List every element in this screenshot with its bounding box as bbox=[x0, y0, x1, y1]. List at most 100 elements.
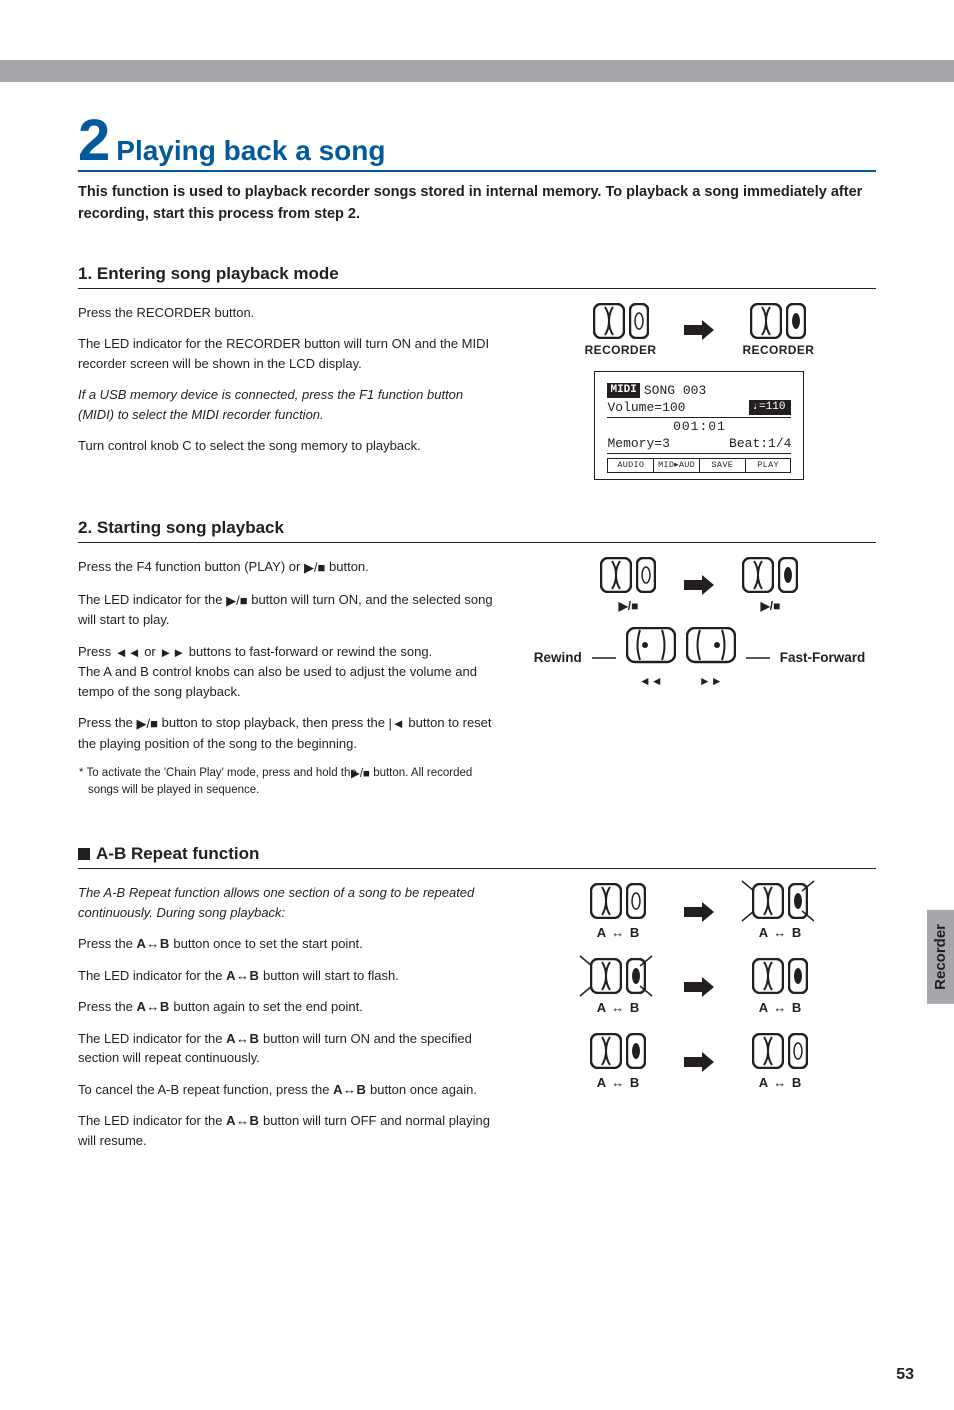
page-title: 2 Playing back a song bbox=[78, 112, 876, 172]
ab-p4: The LED indicator for the A↔B button wil… bbox=[78, 1029, 493, 1068]
play-stop-label: ▶/■ bbox=[619, 599, 639, 613]
ab-p5: To cancel the A-B repeat function, press… bbox=[78, 1080, 493, 1100]
ab-title: A-B Repeat function bbox=[96, 844, 259, 864]
ab-inline-icon: A↔B bbox=[137, 999, 170, 1014]
s2-p1: Press the F4 function button (PLAY) or ▶… bbox=[78, 557, 493, 578]
s1-p3: If a USB memory device is connected, pre… bbox=[78, 385, 493, 424]
section2-heading: 2. Starting song playback bbox=[78, 518, 876, 543]
ab-diagram-row1: A ↔ B A ↔ B bbox=[523, 883, 876, 940]
play-stop-icon: ▶/■ bbox=[226, 591, 247, 611]
line-icon bbox=[592, 657, 616, 659]
recorder-button-on bbox=[750, 303, 782, 339]
rewind-glyph: ◄◄ bbox=[639, 674, 663, 688]
recorder-label: RECORDER bbox=[742, 343, 814, 357]
section2-text: Press the F4 function button (PLAY) or ▶… bbox=[78, 557, 493, 810]
s2-p2: The LED indicator for the ▶/■ button wil… bbox=[78, 590, 493, 630]
ab-heading: A-B Repeat function bbox=[78, 844, 876, 869]
lcd-song: SONG 003 bbox=[644, 382, 706, 400]
play-stop-button-diagram: ▶/■ ▶/■ bbox=[523, 557, 876, 613]
recorder-button-off bbox=[593, 303, 625, 339]
s2-footnote: * To activate the 'Chain Play' mode, pre… bbox=[78, 765, 493, 798]
led-off-icon bbox=[629, 303, 649, 339]
lcd-mode-tag: MIDI bbox=[607, 383, 639, 398]
play-stop-icon: ▶/■ bbox=[360, 766, 370, 782]
side-tab: Recorder bbox=[927, 910, 954, 1004]
knob-ff-icon bbox=[686, 627, 736, 672]
s2-p3: Press ◄◄ or ►► buttons to fast-forward o… bbox=[78, 642, 493, 702]
s1-p2: The LED indicator for the RECORDER butto… bbox=[78, 334, 493, 373]
ab-p6: The LED indicator for the A↔B button wil… bbox=[78, 1111, 493, 1150]
s1-p4: Turn control knob C to select the song m… bbox=[78, 436, 493, 456]
play-stop-icon: ▶/■ bbox=[137, 714, 158, 734]
arrow-right-icon bbox=[682, 575, 716, 595]
knob-rewind-icon bbox=[626, 627, 676, 672]
rewind-ff-diagram: Rewind ◄◄ ►► Fast-Forward bbox=[523, 627, 876, 688]
lcd-memory: Memory=3 bbox=[607, 435, 669, 453]
s2-p4: Press the ▶/■ button to stop playback, t… bbox=[78, 713, 493, 753]
rewind-icon: ◄◄ bbox=[115, 643, 141, 663]
ab-button-label: A ↔ B bbox=[597, 925, 641, 940]
ab-button-off bbox=[590, 883, 622, 919]
ab-diagram-row2: A ↔ B A ↔ B bbox=[523, 958, 876, 1015]
title-number: 2 bbox=[78, 112, 110, 170]
ab-button-label: A ↔ B bbox=[597, 1075, 641, 1090]
arrow-right-icon bbox=[682, 320, 716, 340]
ab-p2: The LED indicator for the A↔B button wil… bbox=[78, 966, 493, 986]
lcd-softkey: PLAY bbox=[746, 459, 791, 472]
play-stop-button-on bbox=[742, 557, 774, 593]
ff-label: Fast-Forward bbox=[780, 650, 866, 665]
led-on-icon bbox=[778, 557, 798, 593]
fast-forward-icon: ►► bbox=[159, 643, 185, 663]
intro-paragraph: This function is used to playback record… bbox=[78, 182, 876, 226]
section1-heading: 1. Entering song playback mode bbox=[78, 264, 876, 289]
play-stop-button-off bbox=[600, 557, 632, 593]
flash-rays-icon bbox=[732, 871, 824, 931]
recorder-label: RECORDER bbox=[585, 343, 657, 357]
lcd-softkey: SAVE bbox=[700, 459, 746, 472]
square-bullet-icon bbox=[78, 848, 90, 860]
ab-button-on bbox=[590, 1033, 622, 1069]
ab-inline-icon: A↔B bbox=[137, 936, 170, 951]
lcd-softkey: MID▸AUD bbox=[654, 459, 700, 472]
page-number: 53 bbox=[896, 1366, 914, 1384]
lcd-softkey: AUDIO bbox=[608, 459, 654, 472]
led-on-icon bbox=[626, 1033, 646, 1069]
led-off-icon bbox=[636, 557, 656, 593]
led-off-icon bbox=[788, 1033, 808, 1069]
header-gray-band bbox=[0, 60, 954, 82]
ab-inline-icon: A↔B bbox=[226, 1113, 259, 1128]
ab-p3: Press the A↔B button again to set the en… bbox=[78, 997, 493, 1017]
s1-p1: Press the RECORDER button. bbox=[78, 303, 493, 323]
rewind-label: Rewind bbox=[534, 650, 582, 665]
title-text: Playing back a song bbox=[116, 135, 385, 167]
play-stop-icon: ▶/■ bbox=[304, 558, 325, 578]
lcd-tempo: ♩=110 bbox=[749, 400, 791, 415]
ab-intro: The A-B Repeat function allows one secti… bbox=[78, 883, 493, 922]
lcd-softkeys: AUDIO MID▸AUD SAVE PLAY bbox=[607, 458, 791, 473]
lcd-volume: Volume=100 bbox=[607, 399, 685, 417]
arrow-right-icon bbox=[682, 977, 716, 997]
led-on-icon bbox=[788, 958, 808, 994]
ab-button-on bbox=[752, 958, 784, 994]
ab-text: The A-B Repeat function allows one secti… bbox=[78, 883, 493, 1162]
ab-button-label: A ↔ B bbox=[759, 1075, 803, 1090]
recorder-button-diagram: RECORDER RECORDER bbox=[523, 303, 876, 357]
ff-glyph: ►► bbox=[699, 674, 723, 688]
ab-inline-icon: A↔B bbox=[226, 1031, 259, 1046]
ab-button-label: A ↔ B bbox=[759, 1000, 803, 1015]
ab-diagram-row3: A ↔ B A ↔ B bbox=[523, 1033, 876, 1090]
led-on-icon bbox=[786, 303, 806, 339]
lcd-beat: Beat:1/4 bbox=[729, 435, 791, 453]
section1-text: Press the RECORDER button. The LED indic… bbox=[78, 303, 493, 481]
skip-back-icon: |◄ bbox=[389, 714, 405, 734]
ab-button-off bbox=[752, 1033, 784, 1069]
arrow-right-icon bbox=[682, 902, 716, 922]
ab-inline-icon: A↔B bbox=[333, 1082, 366, 1097]
lcd-position: 001:01 bbox=[607, 418, 791, 436]
ab-p1: Press the A↔B button once to set the sta… bbox=[78, 934, 493, 954]
lcd-display: MIDI SONG 003 Volume=100 ♩=110 001:01 Me… bbox=[594, 371, 804, 481]
ab-inline-icon: A↔B bbox=[226, 968, 259, 983]
flash-rays-icon bbox=[570, 946, 662, 1006]
arrow-right-icon bbox=[682, 1052, 716, 1072]
line-icon bbox=[746, 657, 770, 659]
